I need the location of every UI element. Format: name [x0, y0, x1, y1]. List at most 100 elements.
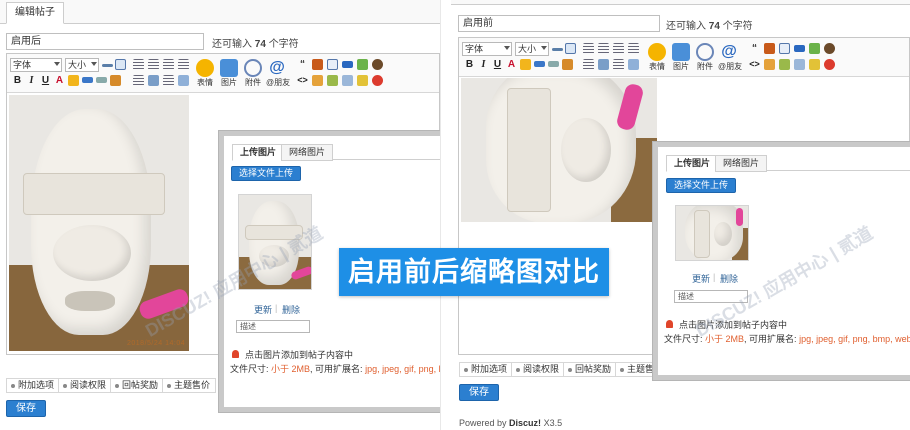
underline-icon[interactable]: U	[492, 59, 503, 70]
flash-icon[interactable]	[794, 45, 805, 52]
mention-button[interactable]: @ @朋友	[718, 43, 742, 72]
ordered-list-icon[interactable]	[583, 59, 594, 70]
qq-icon[interactable]	[824, 59, 835, 70]
subject-input[interactable]: 启用前	[458, 15, 660, 32]
attachment-button[interactable]: 附件	[694, 43, 716, 72]
tab-network-image[interactable]: 网络图片	[281, 144, 334, 161]
choose-file-button[interactable]: 选择文件上传	[666, 178, 737, 193]
link-icon[interactable]	[82, 77, 93, 83]
clear-format-icon[interactable]	[562, 59, 573, 70]
background-color-icon[interactable]	[68, 75, 79, 86]
update-link[interactable]: 更新	[692, 272, 710, 285]
align-left-icon[interactable]	[133, 59, 144, 70]
indent-icon[interactable]	[178, 75, 189, 86]
quote-icon[interactable]: “	[749, 43, 760, 54]
unlink-icon[interactable]	[96, 77, 107, 83]
table-icon[interactable]	[115, 59, 126, 70]
option-extra[interactable]: 附加选项	[459, 362, 514, 377]
bigfont-icon[interactable]	[357, 75, 368, 86]
table-icon[interactable]	[565, 43, 576, 54]
choose-file-button[interactable]: 选择文件上传	[231, 166, 302, 181]
align-left-icon[interactable]	[583, 43, 594, 54]
video-icon[interactable]	[824, 43, 835, 54]
page-icon[interactable]	[779, 43, 790, 54]
option-reply-reward[interactable]: 回帖奖励	[110, 378, 165, 393]
font-color-icon[interactable]: A	[506, 59, 517, 70]
horizontal-rule-icon[interactable]	[552, 48, 563, 51]
delete-link[interactable]: 删除	[282, 303, 300, 316]
link-icon[interactable]	[534, 61, 545, 67]
option-price[interactable]: 主题售价	[162, 378, 217, 393]
unordered-list-icon[interactable]	[613, 59, 624, 70]
italic-icon[interactable]: I	[26, 75, 37, 86]
save-button[interactable]: 保存	[6, 400, 46, 417]
bold-icon[interactable]: B	[12, 75, 23, 86]
font-select[interactable]: 字体	[10, 58, 62, 72]
hide-icon[interactable]	[764, 43, 775, 54]
video-icon[interactable]	[372, 59, 383, 70]
image-button[interactable]: 图片	[670, 43, 692, 72]
flash-icon[interactable]	[342, 61, 353, 68]
emoji-button[interactable]: 表情	[194, 59, 216, 88]
align-center-icon[interactable]	[598, 43, 609, 54]
delete-link[interactable]: 删除	[720, 272, 738, 285]
save-button[interactable]: 保存	[459, 384, 499, 401]
image-button[interactable]: 图片	[218, 59, 240, 88]
ordered-list-icon[interactable]	[133, 75, 144, 86]
unordered-list-icon[interactable]	[163, 75, 174, 86]
image-float-icon[interactable]	[148, 75, 159, 86]
qq-icon[interactable]	[372, 75, 383, 86]
subject-input[interactable]: 启用后	[6, 33, 204, 50]
background-color-icon[interactable]	[520, 59, 531, 70]
indent-icon[interactable]	[628, 59, 639, 70]
powered-brand[interactable]: Discuz!	[509, 418, 541, 428]
emoji-button[interactable]: 表情	[646, 43, 668, 72]
hide-icon[interactable]	[312, 59, 323, 70]
align-right-icon[interactable]	[613, 43, 624, 54]
tab-upload-image[interactable]: 上传图片	[666, 155, 719, 172]
audio-icon[interactable]	[357, 59, 368, 70]
italic-icon[interactable]: I	[478, 59, 489, 70]
free-icon[interactable]	[779, 59, 790, 70]
font-color-icon[interactable]: A	[54, 75, 65, 86]
page-icon[interactable]	[327, 59, 338, 70]
align-center-icon[interactable]	[148, 59, 159, 70]
image-float-icon[interactable]	[598, 59, 609, 70]
tab-upload-image[interactable]: 上传图片	[232, 144, 285, 161]
update-link[interactable]: 更新	[254, 303, 272, 316]
option-read-permission-label: 阅读权限	[70, 380, 107, 390]
unlink-icon[interactable]	[548, 61, 559, 67]
code-icon[interactable]: <>	[749, 59, 760, 70]
option-reply-reward[interactable]: 回帖奖励	[563, 362, 618, 377]
underline-icon[interactable]: U	[40, 75, 51, 86]
uploaded-thumbnail[interactable]	[675, 205, 749, 261]
option-extra[interactable]: 附加选项	[6, 378, 61, 393]
code-icon[interactable]: <>	[297, 75, 308, 86]
audio-icon[interactable]	[809, 43, 820, 54]
horizontal-rule-icon[interactable]	[102, 64, 113, 67]
template-icon[interactable]	[342, 75, 353, 86]
mention-button[interactable]: @ @朋友	[266, 59, 291, 88]
template-icon[interactable]	[794, 59, 805, 70]
clear-format-icon[interactable]	[110, 75, 121, 86]
option-read-permission[interactable]: 阅读权限	[511, 362, 566, 377]
align-right-icon[interactable]	[163, 59, 174, 70]
size-select[interactable]: 大小	[65, 58, 99, 72]
lock-icon[interactable]	[312, 75, 323, 86]
font-select-label: 字体	[465, 44, 484, 54]
tab-network-image[interactable]: 网络图片	[715, 155, 768, 172]
justify-icon[interactable]	[178, 59, 189, 70]
quote-icon[interactable]: “	[297, 59, 308, 70]
size-select[interactable]: 大小	[515, 42, 549, 56]
attachment-button[interactable]: 附件	[242, 59, 264, 88]
free-icon[interactable]	[327, 75, 338, 86]
font-select[interactable]: 字体	[462, 42, 512, 56]
lock-icon[interactable]	[764, 59, 775, 70]
bigfont-icon[interactable]	[809, 59, 820, 70]
bold-icon[interactable]: B	[464, 59, 475, 70]
tab-edit-post[interactable]: 编辑帖子	[6, 2, 64, 24]
mention-label: @朋友	[266, 78, 291, 87]
option-read-permission[interactable]: 阅读权限	[58, 378, 113, 393]
justify-icon[interactable]	[628, 43, 639, 54]
description-input[interactable]: 描述	[236, 320, 310, 333]
